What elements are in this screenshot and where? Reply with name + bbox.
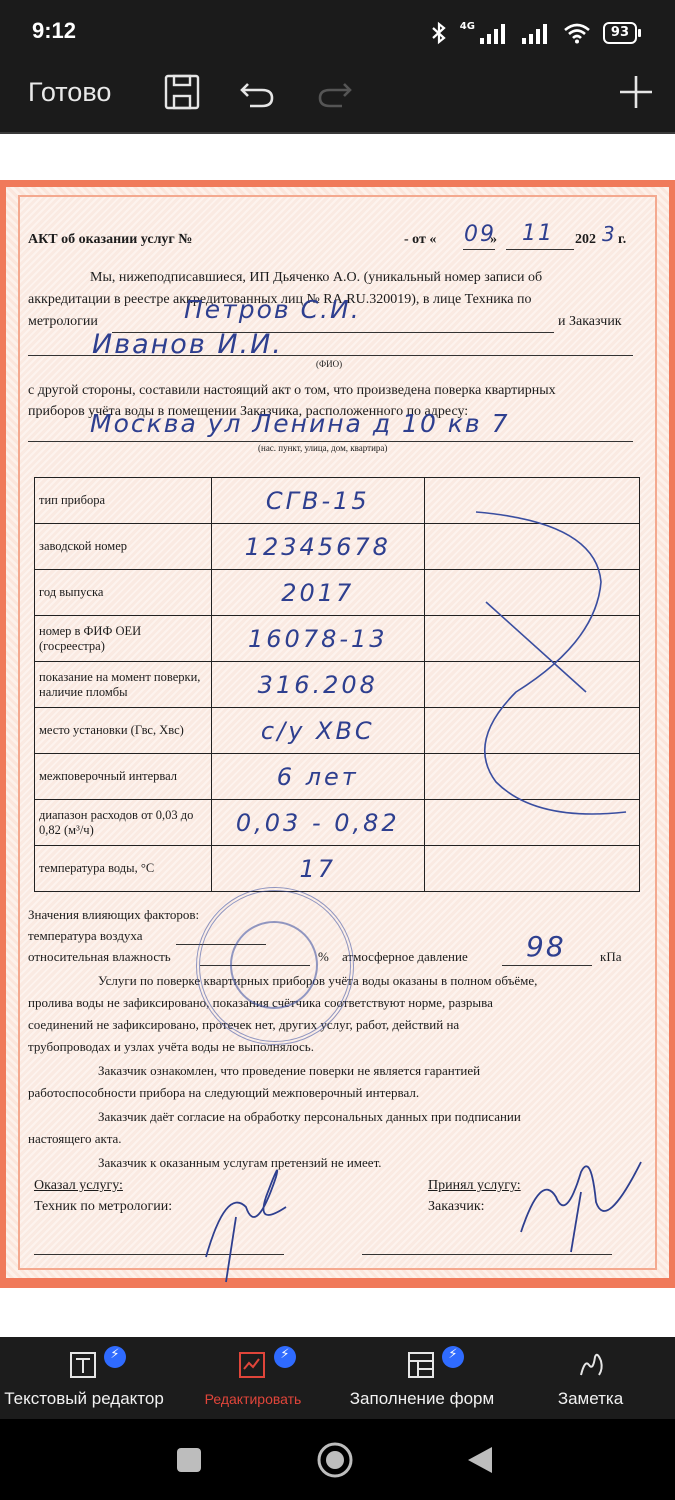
row-value-handwritten: 16078-13 <box>210 615 425 662</box>
address-caption: (нас. пункт, улица, дом, квартира) <box>258 443 388 453</box>
premium-badge-icon <box>274 1346 296 1368</box>
intro-line-1: Мы, нижеподписавшиеся, ИП Дьяченко А.О. … <box>90 270 543 285</box>
redo-icon[interactable] <box>314 72 354 112</box>
tab-label: Текстовый редактор <box>4 1389 164 1408</box>
date-sep: » <box>490 232 497 247</box>
factors-title: Значения влияющих факторов: <box>28 907 200 922</box>
back-icon[interactable] <box>466 1445 494 1475</box>
row-value-handwritten: с/у ХВС <box>210 707 425 754</box>
battery-indicator: 93 <box>602 22 642 44</box>
date-day-line <box>463 249 495 250</box>
row-label: температура воды, °С <box>34 845 212 892</box>
provided-label: Оказал услугу: <box>34 1178 123 1193</box>
air-temp-label: температура воздуха <box>28 928 143 943</box>
row-value-handwritten: СГВ-15 <box>210 477 425 524</box>
done-button[interactable]: Готово <box>28 77 111 108</box>
add-icon[interactable] <box>616 72 656 112</box>
customer-line <box>28 355 633 356</box>
row-value-handwritten: 316.208 <box>210 661 425 708</box>
date-year-digit: 3 <box>602 222 617 246</box>
date-month-line <box>506 249 574 250</box>
seal-stamp <box>196 887 354 1045</box>
signal-icon-2 <box>521 24 547 44</box>
row-label: место установки (Гвс, Хвс) <box>34 707 212 754</box>
status-bar: 9:12 4G 93 <box>0 0 675 64</box>
services-p3-l2: настоящего акта. <box>28 1131 122 1146</box>
row-label: год выпуска <box>34 569 212 616</box>
tab-note[interactable]: Заметка <box>506 1337 675 1419</box>
row-label: тип прибора <box>34 477 212 524</box>
bottom-tab-bar: Текстовый редактор Редактировать Заполне… <box>0 1337 675 1419</box>
technician-signature <box>205 1169 287 1283</box>
row-empty-cell <box>423 845 641 892</box>
date-year-prefix: 202 <box>575 232 596 247</box>
address-line <box>28 441 633 442</box>
other-side-line-1: с другой стороны, составили настоящий ак… <box>28 383 556 398</box>
row-value-handwritten: 2017 <box>210 569 425 616</box>
act-title: АКТ об оказании услуг № <box>28 232 193 247</box>
table-row: температура воды, °С 17 <box>34 845 641 892</box>
tab-fill-forms[interactable]: Заполнение форм <box>338 1337 506 1419</box>
pressure-value: 98 <box>526 930 566 963</box>
technician-handwritten: Петров С.И. <box>184 295 361 324</box>
pressure-unit: кПа <box>600 949 622 964</box>
intro-line-3-left: метрологии <box>28 314 98 329</box>
system-nav-bar <box>0 1419 675 1500</box>
address-handwritten: Москва ул Ленина д 10 кв 7 <box>90 409 510 438</box>
customer-signature <box>520 1161 642 1253</box>
text-editor-icon <box>70 1352 96 1378</box>
tab-text-editor[interactable]: Текстовый редактор <box>0 1337 168 1419</box>
accepted-label: Принял услугу: <box>428 1178 521 1193</box>
pressure-label: атмосферное давление <box>342 949 468 964</box>
date-month: 11 <box>522 221 554 246</box>
customer-signature-label: Заказчик: <box>428 1199 485 1214</box>
date-prefix: - от « <box>404 232 437 247</box>
premium-badge-icon <box>104 1346 126 1368</box>
editor-toolbar: Готово <box>0 64 675 134</box>
row-value-handwritten: 6 лет <box>210 753 425 800</box>
services-p3-l1: Заказчик даёт согласие на обработку перс… <box>98 1109 521 1124</box>
humidity-label: относительная влажность <box>28 949 171 964</box>
row-value-handwritten: 0,03 - 0,82 <box>210 799 425 846</box>
home-icon[interactable] <box>316 1441 354 1479</box>
row-label: номер в ФИФ ОЕИ (госреестра) <box>34 615 212 662</box>
tech-signature-label: Техник по метрологии: <box>34 1199 173 1214</box>
table-strike-mark <box>475 511 627 815</box>
recent-apps-icon[interactable] <box>176 1447 202 1473</box>
date-suffix: г. <box>618 232 627 247</box>
undo-icon[interactable] <box>238 72 278 112</box>
premium-badge-icon <box>442 1346 464 1368</box>
services-p2-l2: работоспособности прибора на следующий м… <box>28 1085 420 1100</box>
document-canvas[interactable]: АКТ об оказании услуг № - от « 09 » 11 2… <box>0 134 675 1337</box>
row-label: показание на момент поверки, наличие пло… <box>34 661 212 708</box>
row-value-handwritten: 12345678 <box>210 523 425 570</box>
row-label: заводской номер <box>34 523 212 570</box>
tab-label: Заметка <box>557 1389 624 1408</box>
tab-edit[interactable]: Редактировать <box>168 1337 338 1419</box>
bluetooth-icon <box>431 21 446 45</box>
row-value-handwritten: 17 <box>210 845 425 892</box>
forms-icon <box>408 1352 434 1378</box>
document-page[interactable]: АКТ об оказании услуг № - от « 09 » 11 2… <box>0 180 675 1288</box>
note-pen-icon <box>579 1353 603 1376</box>
intro-line-3-right: и Заказчик <box>558 314 622 329</box>
signal-icon <box>479 24 505 44</box>
pressure-line <box>502 965 592 966</box>
tab-label-active: Редактировать <box>204 1391 302 1407</box>
wifi-icon <box>564 23 590 44</box>
status-time: 9:12 <box>32 18 77 43</box>
tab-label: Заполнение форм <box>349 1389 495 1408</box>
services-p2-l1: Заказчик ознакомлен, что проведение пове… <box>98 1063 481 1078</box>
row-label: межповерочный интервал <box>34 753 212 800</box>
row-label: диапазон расходов от 0,03 до 0,82 (м³/ч) <box>34 799 212 846</box>
network-type: 4G <box>459 20 475 32</box>
edit-icon <box>239 1352 265 1378</box>
fio-caption: (ФИО) <box>316 359 343 369</box>
status-icons: 4G 93 <box>430 20 642 46</box>
save-icon[interactable] <box>162 72 202 112</box>
